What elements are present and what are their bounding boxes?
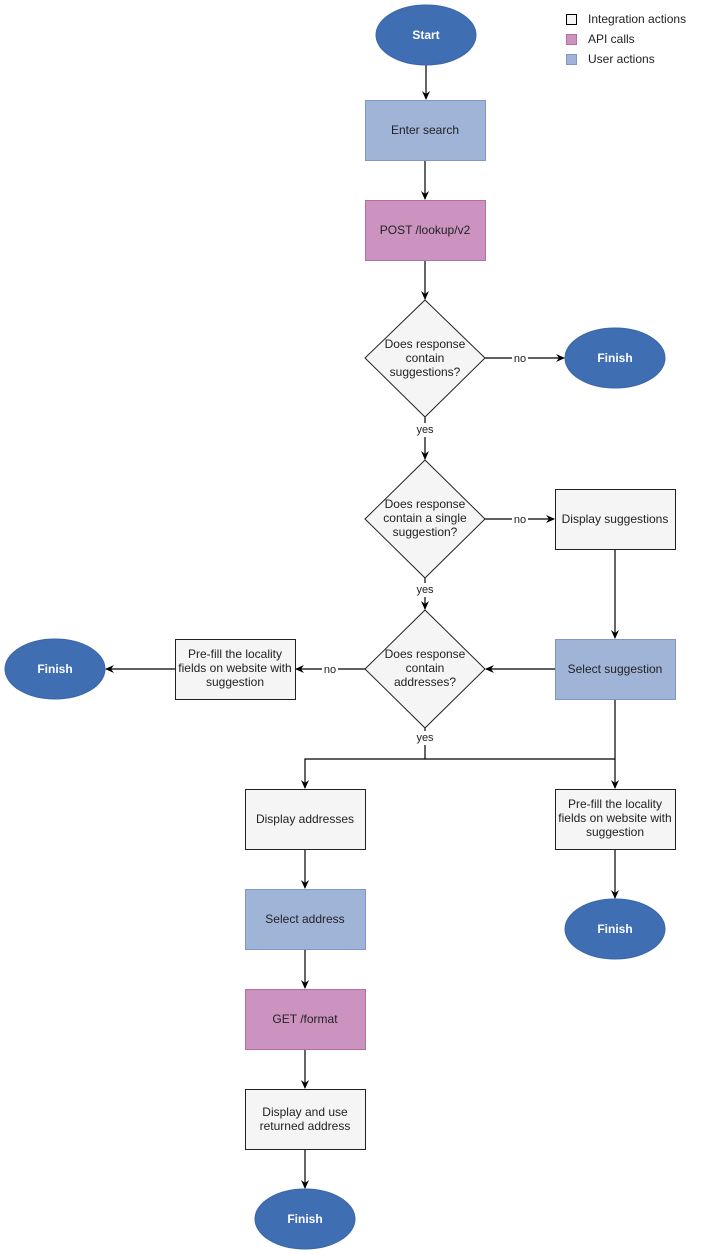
node-label: Pre-fill the locality <box>188 647 282 661</box>
decision-single-suggestion: Does response contain a single suggestio… <box>364 459 486 579</box>
node-prefill-right: Pre-fill the locality fields on website … <box>555 789 676 850</box>
node-label: Finish <box>597 922 632 936</box>
node-label: Does response <box>385 497 466 511</box>
node-finish: Finish <box>564 898 666 960</box>
node-label: Display and use <box>262 1105 348 1119</box>
node-label: Display suggestions <box>562 512 669 526</box>
edge-label-no: no <box>514 514 526 526</box>
legend-label: Integration actions <box>588 12 686 26</box>
node-label: Start <box>412 28 439 42</box>
legend-label: User actions <box>588 52 655 66</box>
node-display-addresses: Display addresses <box>245 789 366 850</box>
node-select-address: Select address <box>245 889 366 950</box>
flowchart: no yes no yes no yes Start Enter search … <box>4 4 686 1250</box>
node-enter-search: Enter search <box>365 100 486 161</box>
node-label: Select address <box>265 912 344 926</box>
node-display-use-address: Display and use returned address <box>245 1089 366 1150</box>
node-label: fields on website with <box>558 811 671 825</box>
node-label: Select suggestion <box>568 662 663 676</box>
node-select-suggestion: Select suggestion <box>555 639 676 700</box>
node-label: suggestion <box>586 825 644 839</box>
node-post-lookup: POST /lookup/v2 <box>365 200 486 261</box>
node-label: POST /lookup/v2 <box>380 223 471 237</box>
node-label: Finish <box>37 662 72 676</box>
node-label: Finish <box>287 1212 322 1226</box>
node-label: Does response <box>385 337 466 351</box>
legend: Integration actions API calls User actio… <box>566 12 686 66</box>
node-get-format: GET /format <box>245 989 366 1050</box>
node-finish: Finish <box>564 327 666 389</box>
edge-label-yes: yes <box>416 424 434 436</box>
node-finish: Finish <box>4 638 106 700</box>
node-label: suggestion <box>206 675 264 689</box>
edge-label-no: no <box>324 664 336 676</box>
node-start: Start <box>375 4 477 66</box>
legend-swatch-integration <box>566 14 577 25</box>
node-label: suggestions? <box>390 365 461 379</box>
node-label: suggestion? <box>393 525 458 539</box>
node-label: contain <box>406 661 445 675</box>
node-display-suggestions: Display suggestions <box>555 489 676 550</box>
node-label: Pre-fill the locality <box>568 797 662 811</box>
node-finish: Finish <box>254 1188 356 1250</box>
node-label: contain <box>406 351 445 365</box>
node-label: returned address <box>260 1119 351 1133</box>
node-label: addresses? <box>394 675 456 689</box>
decision-suggestions: Does response contain suggestions? <box>364 299 486 418</box>
node-label: fields on website with <box>178 661 291 675</box>
node-label: Does response <box>385 647 466 661</box>
node-label: contain a single <box>383 511 467 525</box>
node-label: Display addresses <box>256 812 354 826</box>
node-label: GET /format <box>272 1012 338 1026</box>
node-prefill-left: Pre-fill the locality fields on website … <box>175 639 296 700</box>
legend-swatch-api <box>566 34 577 45</box>
edge-label-no: no <box>514 353 526 365</box>
edge-decision3-display-addresses <box>301 728 426 789</box>
legend-label: API calls <box>588 32 635 46</box>
legend-swatch-user <box>566 54 577 65</box>
node-label: Finish <box>597 351 632 365</box>
decision-addresses: Does response contain addresses? <box>364 609 486 729</box>
node-label: Enter search <box>391 123 459 137</box>
edge-label-yes: yes <box>416 732 434 744</box>
edge-label-yes: yes <box>416 584 434 596</box>
